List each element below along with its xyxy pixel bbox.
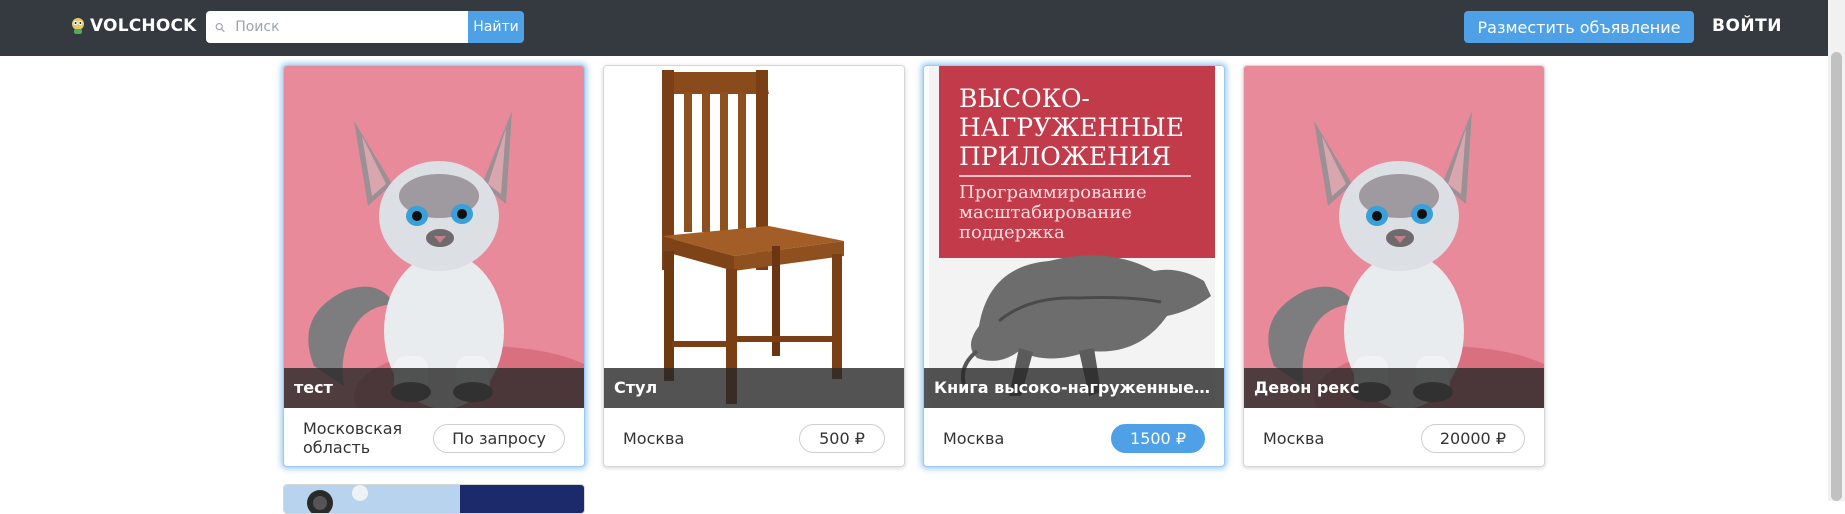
listing-card[interactable]: Девон рекс Москва 20000 ₽	[1243, 65, 1545, 467]
listing-title[interactable]: тест	[284, 368, 584, 408]
search-form: Найти	[206, 11, 524, 43]
listing-card[interactable]: Стул Москва 500 ₽	[603, 65, 905, 467]
login-link[interactable]: ВОЙТИ	[1712, 16, 1782, 36]
listing-location: Москва	[943, 428, 1005, 448]
listing-card[interactable]: тест Московская область По запросу	[283, 65, 585, 467]
listing-footer: Москва 1500 ₽	[924, 408, 1224, 466]
phone-photo-icon	[284, 485, 584, 513]
price-badge: 20000 ₽	[1420, 423, 1525, 453]
listing-footer: Московская область По запросу	[284, 408, 584, 466]
scrollbar-thumb[interactable]	[1831, 52, 1842, 501]
book-cover: ВЫСОКО- НАГРУЖЕННЫЕ ПРИЛОЖЕНИЯ Программи…	[929, 66, 1215, 408]
listing-footer: Москва 20000 ₽	[1244, 408, 1544, 466]
listing-image: ВЫСОКО- НАГРУЖЕННЫЕ ПРИЛОЖЕНИЯ Программи…	[924, 66, 1224, 408]
listing-title[interactable]: Книга высоко-нагруженные п...	[924, 368, 1224, 408]
search-input[interactable]	[233, 18, 468, 36]
chair-photo-icon	[604, 66, 904, 408]
logo[interactable]: VOLCHOCK	[70, 16, 197, 36]
listing-title[interactable]: Девон рекс	[1244, 368, 1544, 408]
listing-footer: Москва 500 ₽	[604, 408, 904, 466]
listing-image	[604, 66, 904, 408]
listing-title[interactable]: Стул	[604, 368, 904, 408]
listing-location: Москва	[623, 428, 685, 448]
owl-logo-icon	[72, 18, 84, 34]
listing-card[interactable]: ВЫСОКО- НАГРУЖЕННЫЕ ПРИЛОЖЕНИЯ Программи…	[923, 65, 1225, 467]
search-icon	[215, 22, 225, 32]
listing-image	[284, 66, 584, 408]
top-navbar: VOLCHOCK Найти Разместить объявление ВОЙ…	[0, 0, 1845, 56]
post-ad-button[interactable]: Разместить объявление	[1464, 11, 1694, 43]
listing-location: Москва	[1263, 428, 1325, 448]
kitten-photo-icon	[1244, 66, 1544, 408]
logo-text: VOLCHOCK	[90, 16, 197, 36]
price-badge: 500 ₽	[799, 423, 885, 453]
search-button[interactable]: Найти	[468, 11, 524, 43]
page-scrollbar[interactable]	[1828, 0, 1845, 501]
kitten-photo-icon	[284, 66, 584, 408]
listing-card-partial[interactable]	[283, 484, 585, 514]
listing-location: Московская область	[303, 419, 403, 457]
listing-image	[1244, 66, 1544, 408]
price-badge: По запросу	[433, 423, 565, 453]
boar-illustration-icon	[960, 255, 1211, 396]
search-field[interactable]	[206, 11, 468, 43]
price-badge: 1500 ₽	[1111, 423, 1205, 453]
